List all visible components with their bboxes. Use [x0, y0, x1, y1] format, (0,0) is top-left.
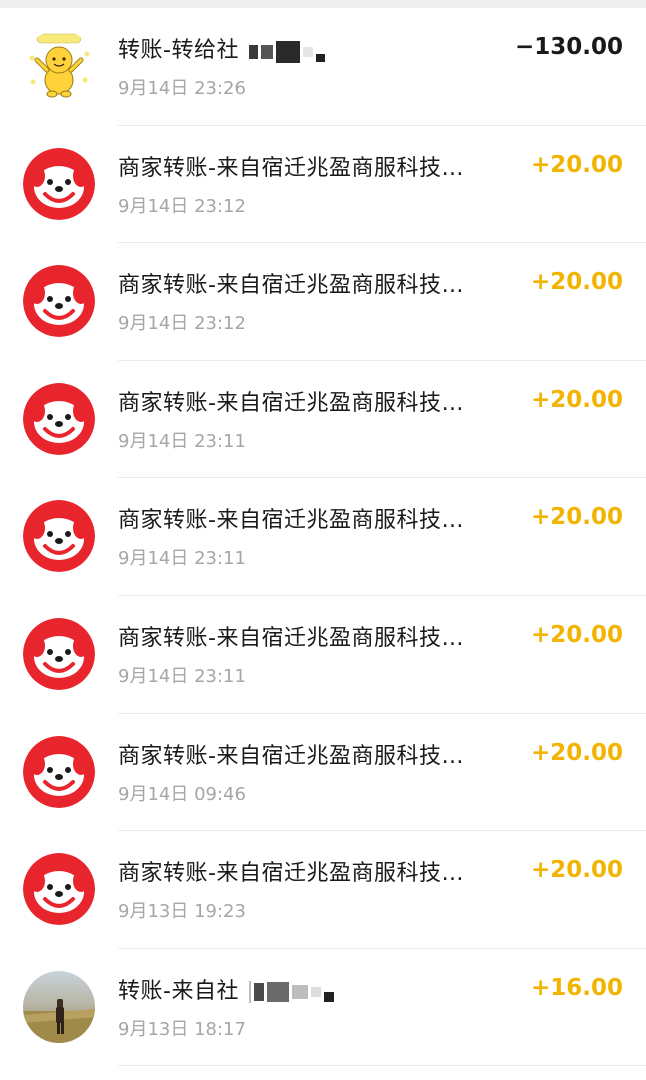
transaction-amount: +20.00	[530, 621, 623, 648]
transaction-amount: −130.00	[514, 34, 623, 60]
transaction-row[interactable]: 商家转账-来自宿迁兆盈商服科技… 9月14日 23:11 +20.00	[0, 361, 646, 479]
transaction-time: 9月14日 23:11	[118, 430, 246, 452]
row-divider	[118, 1065, 646, 1067]
jd-dog-logo-icon	[23, 265, 95, 338]
transaction-title: 商家转账-来自宿迁兆盈商服科技…	[118, 861, 464, 887]
transaction-title: 商家转账-来自宿迁兆盈商服科技…	[118, 508, 464, 534]
jd-dog-logo-icon	[23, 382, 95, 455]
transaction-time: 9月14日 09:46	[118, 783, 246, 805]
transaction-row[interactable]: 转账-来自社 9月13日 18:17 +16.00	[0, 949, 646, 1067]
jd-dog-logo-icon	[23, 853, 95, 926]
transaction-row[interactable]: 商家转账-来自宿迁兆盈商服科技… 9月14日 09:46 +20.00	[0, 714, 646, 832]
transaction-title: 商家转账-来自宿迁兆盈商服科技…	[118, 273, 464, 299]
transaction-row[interactable]: 商家转账-来自宿迁兆盈商服科技… 9月14日 23:11 +20.00	[0, 478, 646, 596]
transaction-time: 9月13日 19:23	[118, 901, 246, 923]
transaction-amount: +20.00	[530, 504, 623, 531]
transaction-title-text: 转账-转给社	[118, 38, 239, 63]
transaction-title: 商家转账-来自宿迁兆盈商服科技…	[118, 743, 464, 769]
jd-dog-logo-icon	[23, 617, 95, 690]
transaction-title: 转账-来自社	[118, 973, 337, 1005]
transaction-amount: +20.00	[530, 151, 623, 178]
transaction-amount: +20.00	[530, 739, 623, 766]
transaction-row[interactable]: 商家转账-来自宿迁兆盈商服科技… 9月14日 23:12 +20.00	[0, 126, 646, 244]
redacted-name-block	[249, 979, 337, 1004]
top-divider-strip	[0, 0, 646, 8]
transaction-title: 商家转账-来自宿迁兆盈商服科技…	[118, 625, 464, 651]
transaction-time: 9月14日 23:12	[118, 195, 246, 217]
transaction-time: 9月14日 23:11	[118, 665, 246, 687]
transaction-title: 商家转账-来自宿迁兆盈商服科技…	[118, 390, 464, 416]
transaction-title: 转账-转给社	[118, 32, 328, 64]
transaction-time: 9月14日 23:11	[118, 548, 246, 570]
transaction-time: 9月14日 23:26	[118, 78, 246, 99]
user-photo-avatar-icon	[23, 970, 95, 1043]
redacted-name-block	[249, 39, 328, 64]
transaction-list: 转账-转给社 9月14日 23:26 −130.00 商家转账-来自宿迁兆盈商服…	[0, 8, 646, 1067]
transaction-title-text: 转账-来自社	[118, 978, 239, 1004]
transaction-amount: +16.00	[530, 974, 623, 1001]
transaction-row[interactable]: 商家转账-来自宿迁兆盈商服科技… 9月13日 19:23 +20.00	[0, 831, 646, 949]
transaction-time: 9月13日 18:17	[118, 1018, 246, 1040]
transaction-row[interactable]: 商家转账-来自宿迁兆盈商服科技… 9月14日 23:11 +20.00	[0, 596, 646, 714]
transaction-amount: +20.00	[530, 386, 623, 413]
jd-dog-logo-icon	[23, 500, 95, 573]
transaction-amount: +20.00	[530, 857, 623, 884]
jd-dog-logo-icon	[23, 735, 95, 808]
transaction-title: 商家转账-来自宿迁兆盈商服科技…	[118, 155, 464, 181]
jd-dog-logo-icon	[23, 147, 95, 220]
transaction-row[interactable]: 商家转账-来自宿迁兆盈商服科技… 9月14日 23:12 +20.00	[0, 243, 646, 361]
transaction-time: 9月14日 23:12	[118, 313, 246, 335]
transaction-row[interactable]: 转账-转给社 9月14日 23:26 −130.00	[0, 8, 646, 126]
yellow-bear-sticker-icon	[23, 30, 95, 102]
transaction-amount: +20.00	[530, 269, 623, 296]
